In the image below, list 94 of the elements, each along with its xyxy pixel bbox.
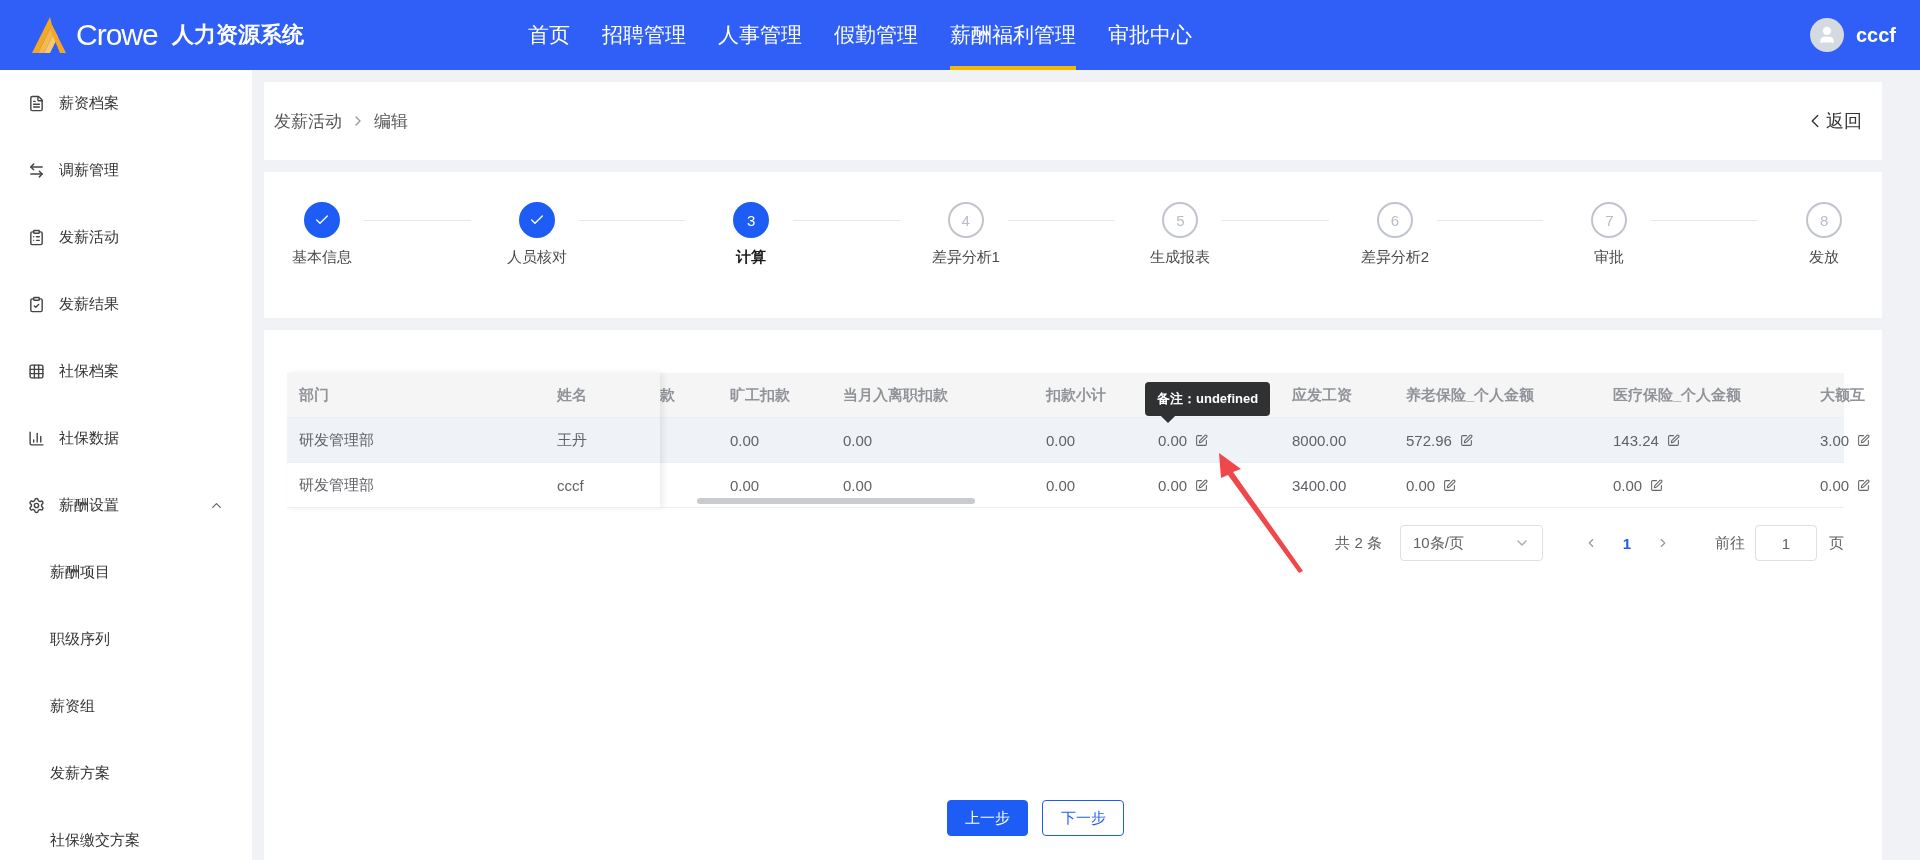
column-header: 扣款小计 bbox=[1046, 385, 1106, 405]
sidebar-item[interactable]: 薪酬设置 bbox=[0, 472, 252, 539]
edit-icon[interactable] bbox=[1443, 478, 1457, 492]
table-cell: 3.00 bbox=[1820, 431, 1850, 449]
sidebar-subitem[interactable]: 发薪方案 bbox=[0, 740, 252, 807]
sidebar-item[interactable]: 薪资档案 bbox=[0, 70, 252, 137]
clipboard-check-icon bbox=[28, 296, 45, 313]
table-cell-text: cccf bbox=[556, 475, 585, 496]
system-name: 人力资源系统 bbox=[171, 21, 304, 49]
sidebar-item[interactable]: 社保数据 bbox=[0, 405, 252, 472]
edit-icon[interactable] bbox=[1857, 433, 1871, 447]
settings-icon bbox=[28, 497, 45, 514]
column-header: 部门 bbox=[298, 384, 330, 405]
step-label: 审批 bbox=[1593, 248, 1626, 267]
column-header: 医疗保险_个人金额 bbox=[1613, 385, 1742, 405]
page-number[interactable]: 1 bbox=[1609, 534, 1645, 552]
sidebar-subitem[interactable]: 薪酬项目 bbox=[0, 539, 252, 606]
table-cell-text: 研发管理部 bbox=[298, 429, 375, 450]
table-cell: 0.00 bbox=[1158, 476, 1188, 494]
document-icon bbox=[28, 95, 45, 112]
table-cell: 0.00 bbox=[1613, 476, 1643, 494]
sidebar-subitem[interactable]: 社保缴交方案 bbox=[0, 807, 252, 860]
tooltip: 备注：undefined bbox=[1145, 382, 1271, 422]
column-header: 养老保险_个人金额 bbox=[1406, 385, 1535, 405]
breadcrumb-link[interactable]: 发薪活动 bbox=[274, 109, 342, 133]
clipboard-icon bbox=[28, 229, 45, 246]
column-header: 应发工资 bbox=[1292, 385, 1352, 405]
step-circle: 4 bbox=[947, 202, 984, 238]
column-header: 姓名 bbox=[556, 384, 588, 405]
table-cell: 0.00 bbox=[843, 476, 873, 494]
edit-icon[interactable] bbox=[1857, 478, 1871, 492]
table-cell: 0.00 bbox=[1158, 431, 1188, 449]
step-label: 差异分析1 bbox=[930, 248, 1001, 267]
step-circle: 8 bbox=[1806, 202, 1843, 238]
table-cell: 0.00 bbox=[1046, 431, 1076, 449]
column-header: 当月入离职扣款 bbox=[843, 385, 948, 405]
page-input[interactable]: 1 bbox=[1755, 525, 1817, 561]
page-unit: 页 bbox=[1829, 533, 1844, 553]
swap-icon bbox=[28, 162, 45, 179]
nav-tab[interactable]: 首页 bbox=[528, 0, 570, 70]
grid-icon bbox=[28, 363, 45, 380]
step-circle: 5 bbox=[1162, 202, 1199, 238]
column-header: 款 bbox=[660, 385, 675, 405]
edit-icon[interactable] bbox=[1195, 478, 1209, 492]
brand-name: Crowe bbox=[76, 18, 158, 52]
step-circle: 7 bbox=[1591, 202, 1628, 238]
table-cell-text: 研发管理部 bbox=[298, 474, 375, 495]
user-name[interactable]: cccf bbox=[1855, 23, 1896, 47]
sidebar-item[interactable]: 调薪管理 bbox=[0, 137, 252, 204]
step-label: 计算 bbox=[734, 248, 768, 267]
back-link[interactable]: 返回 bbox=[1804, 109, 1862, 133]
nav-tab[interactable]: 假勤管理 bbox=[834, 0, 918, 70]
step-label: 差异分析2 bbox=[1359, 248, 1431, 267]
column-header: 旷工扣款 bbox=[730, 385, 790, 405]
column-header: 大额互 bbox=[1820, 385, 1865, 405]
bar-chart-icon bbox=[28, 430, 45, 447]
step-label: 基本信息 bbox=[291, 248, 353, 267]
step-label: 人员核对 bbox=[505, 248, 568, 267]
edit-icon[interactable] bbox=[1195, 433, 1209, 447]
table-cell: 8000.00 bbox=[1292, 431, 1347, 449]
scrollbar-thumb[interactable] bbox=[697, 498, 975, 504]
table-cell: 0.00 bbox=[1046, 476, 1076, 494]
breadcrumb-current: 编辑 bbox=[374, 110, 408, 133]
sidebar-item[interactable]: 发薪活动 bbox=[0, 204, 252, 271]
edit-icon[interactable] bbox=[1650, 478, 1664, 492]
nav-tab[interactable]: 薪酬福利管理 bbox=[950, 0, 1076, 70]
step-circle: 6 bbox=[1376, 202, 1413, 238]
table-cell: 0.00 bbox=[730, 431, 760, 449]
step-label: 发放 bbox=[1808, 248, 1841, 267]
table-cell-text: 王丹 bbox=[556, 429, 588, 450]
nav-tab[interactable]: 招聘管理 bbox=[602, 0, 686, 70]
nav-tab[interactable]: 审批中心 bbox=[1108, 0, 1192, 70]
prev-step-button[interactable]: 上一步 bbox=[947, 800, 1028, 836]
page-size-select[interactable]: 10条/页 bbox=[1400, 525, 1543, 561]
edit-icon[interactable] bbox=[1666, 433, 1680, 447]
table-cell: 572.96 bbox=[1406, 431, 1452, 449]
table-cell: 143.24 bbox=[1613, 431, 1659, 449]
nav-tab[interactable]: 人事管理 bbox=[718, 0, 802, 70]
step-circle: 3 bbox=[733, 202, 770, 238]
sidebar-subitem[interactable]: 薪资组 bbox=[0, 673, 252, 740]
goto-label: 前往 bbox=[1715, 533, 1745, 553]
step-label: 生成报表 bbox=[1149, 248, 1212, 267]
table-cell: 3400.00 bbox=[1292, 476, 1347, 494]
table-cell: 0.00 bbox=[1406, 476, 1436, 494]
sidebar-subitem[interactable]: 职级序列 bbox=[0, 606, 252, 673]
next-step-button[interactable]: 下一步 bbox=[1042, 800, 1124, 836]
sidebar-item[interactable]: 发薪结果 bbox=[0, 271, 252, 338]
edit-icon[interactable] bbox=[1459, 433, 1473, 447]
total-count: 共 2 条 bbox=[1335, 533, 1382, 553]
table-cell: 0.00 bbox=[730, 476, 760, 494]
sidebar-item[interactable]: 社保档案 bbox=[0, 338, 252, 405]
table-cell: 0.00 bbox=[843, 431, 873, 449]
table-cell: 0.00 bbox=[1820, 476, 1850, 494]
avatar-icon[interactable] bbox=[1809, 18, 1844, 52]
